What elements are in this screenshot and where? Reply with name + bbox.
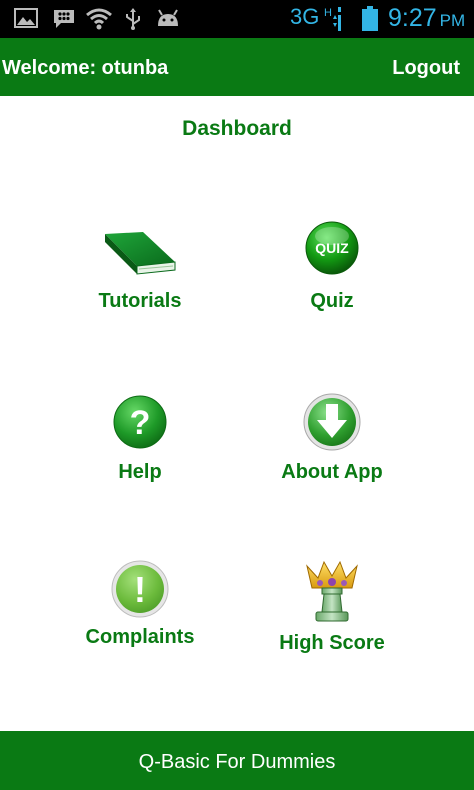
help-label: Help bbox=[118, 461, 162, 483]
clock-ampm: PM bbox=[439, 11, 466, 30]
complaints-button[interactable]: ! Complaints bbox=[30, 556, 250, 686]
download-arrow-icon bbox=[303, 393, 361, 451]
gallery-icon bbox=[14, 8, 38, 28]
exclamation-icon-text: ! bbox=[134, 569, 146, 610]
network-type-label: 3G bbox=[290, 4, 320, 29]
quiz-icon: QUIZ bbox=[305, 221, 359, 275]
signal-icon: H bbox=[324, 7, 341, 31]
quiz-button[interactable]: QUIZ Quiz bbox=[222, 220, 442, 350]
footer-title: Q-Basic For Dummies bbox=[138, 751, 336, 773]
welcome-label: Welcome: otunba bbox=[2, 57, 169, 79]
status-bar: 3G H 9:27 PM bbox=[0, 0, 474, 38]
clock: 9:27 PM bbox=[388, 4, 465, 33]
svg-text:H: H bbox=[324, 7, 332, 19]
wifi-icon bbox=[86, 8, 112, 30]
android-icon bbox=[158, 9, 178, 26]
tutorials-label: Tutorials bbox=[98, 290, 182, 312]
about-app-button[interactable]: About App bbox=[222, 390, 442, 520]
question-icon-text: ? bbox=[130, 404, 151, 442]
bbm-icon bbox=[54, 10, 74, 28]
app-header: Welcome: otunba Logout bbox=[0, 38, 474, 96]
quiz-label: Quiz bbox=[310, 290, 354, 312]
crown-trophy-icon bbox=[306, 560, 358, 622]
app-footer: Q-Basic For Dummies bbox=[0, 731, 474, 790]
usb-icon bbox=[126, 8, 140, 30]
quiz-icon-text: QUIZ bbox=[315, 240, 349, 256]
page-title: Dashboard bbox=[182, 117, 292, 140]
about-app-label: About App bbox=[281, 461, 383, 483]
battery-icon bbox=[362, 6, 378, 31]
complaints-label: Complaints bbox=[85, 626, 195, 648]
book-icon bbox=[105, 232, 176, 275]
tutorials-button[interactable]: Tutorials bbox=[30, 220, 250, 350]
logout-button[interactable]: Logout bbox=[392, 57, 460, 80]
clock-time: 9:27 bbox=[388, 4, 437, 32]
exclamation-icon: ! bbox=[111, 560, 169, 618]
high-score-button[interactable]: High Score bbox=[222, 556, 442, 686]
help-button[interactable]: ? Help bbox=[30, 390, 250, 520]
high-score-label: High Score bbox=[279, 632, 385, 654]
question-icon: ? bbox=[113, 395, 167, 449]
